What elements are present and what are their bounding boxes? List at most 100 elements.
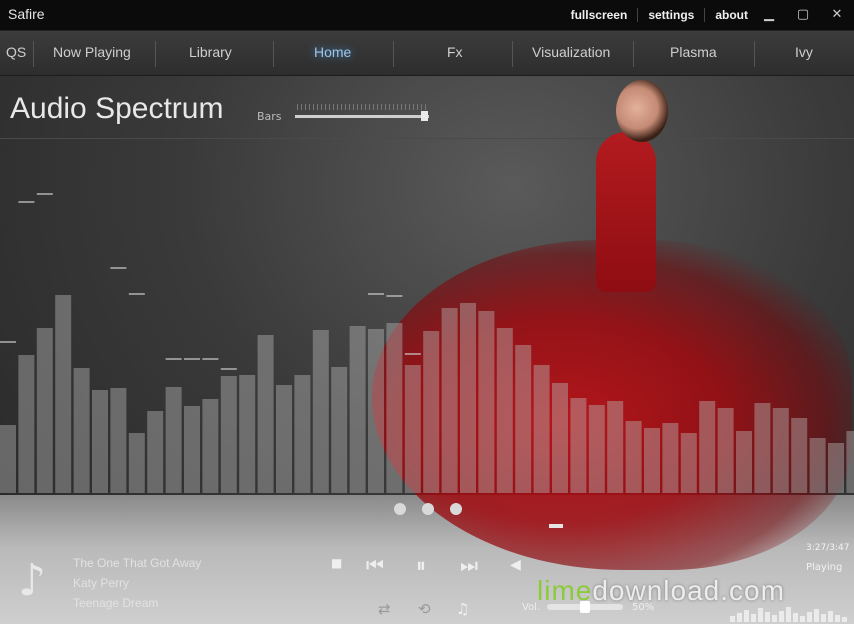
- carousel-dot[interactable]: [394, 503, 406, 515]
- spectrum-bar: [184, 406, 200, 493]
- spectrum-bar: [680, 433, 697, 493]
- spectrum-peak: [110, 267, 127, 269]
- nav-separator: [754, 41, 755, 67]
- spectrum-peak: [18, 201, 35, 203]
- spectrum-bar: [239, 375, 256, 493]
- spectrum-bar: [92, 390, 108, 493]
- music-note-icon: ♪: [18, 555, 47, 606]
- spectrum-bar: [0, 425, 16, 493]
- tab-fx[interactable]: Fx: [447, 44, 463, 60]
- fullscreen-link[interactable]: fullscreen: [561, 8, 638, 22]
- spectrum-bar: [220, 376, 237, 493]
- track-artist[interactable]: Katy Perry: [73, 576, 129, 590]
- spectrum-peak: [36, 193, 53, 195]
- spectrum-bar: [644, 428, 660, 493]
- carousel-dot[interactable]: [450, 503, 462, 515]
- spectrum-bar: [165, 387, 182, 493]
- track-album[interactable]: Teenage Dream: [73, 596, 158, 610]
- settings-link[interactable]: settings: [637, 8, 704, 22]
- main-nav: QS Now Playing Library Home Fx Visualiza…: [0, 31, 854, 76]
- mini-eq-bar: [835, 615, 840, 622]
- spectrum-bar: [312, 330, 329, 493]
- bars-slider-ticks: [297, 104, 427, 110]
- stop-icon[interactable]: ■: [331, 556, 342, 570]
- app-title: Safire: [8, 6, 45, 22]
- spectrum-bar: [772, 408, 789, 493]
- close-button[interactable]: ✕: [827, 6, 847, 24]
- spectrum-bar: [423, 331, 440, 493]
- playlist-icon[interactable]: ♫: [456, 600, 469, 618]
- speaker-icon[interactable]: ◀: [510, 557, 521, 573]
- tab-library[interactable]: Library: [189, 44, 232, 60]
- carousel-indicator: [549, 524, 563, 528]
- mini-eq-bar: [807, 612, 812, 622]
- spectrum-bar: [699, 401, 716, 493]
- spectrum-bar: [496, 328, 513, 493]
- tab-ivy[interactable]: Ivy: [795, 44, 813, 60]
- spectrum-bar: [533, 365, 550, 493]
- spectrum-bar: [441, 308, 458, 493]
- nav-separator: [33, 41, 34, 67]
- spectrum-bar: [404, 365, 421, 493]
- spectrum-bar: [625, 421, 642, 493]
- spectrum-peak: [386, 295, 403, 297]
- spectrum-bar: [791, 418, 808, 493]
- mini-eq-bar: [744, 610, 749, 622]
- spectrum-peak: [220, 368, 237, 370]
- spectrum-bar: [386, 323, 403, 493]
- mini-eq-bar: [779, 611, 784, 622]
- tab-visualization[interactable]: Visualization: [532, 44, 610, 60]
- nav-separator: [273, 41, 274, 67]
- next-icon[interactable]: ⏭: [460, 553, 478, 577]
- tab-qs[interactable]: QS: [6, 44, 26, 60]
- spectrum-bar: [110, 388, 127, 493]
- spectrum-bar: [736, 431, 752, 493]
- mini-eq-bar: [751, 614, 756, 622]
- spectrum-bar: [828, 443, 844, 493]
- maximize-button[interactable]: ▢: [793, 6, 813, 24]
- spectrum-bar: [276, 385, 292, 493]
- spectrum-bar: [552, 383, 568, 493]
- spectrum-bar: [846, 431, 854, 493]
- model-head-image: [616, 80, 668, 142]
- watermark-part2: download.com: [592, 575, 785, 606]
- mini-eq-bar: [758, 608, 763, 622]
- minimize-button[interactable]: ▁: [759, 6, 779, 24]
- about-link[interactable]: about: [704, 8, 758, 22]
- previous-icon[interactable]: ⏮: [366, 553, 384, 577]
- mini-eq-bar: [793, 613, 798, 622]
- spectrum-bar: [478, 311, 495, 493]
- watermark-part1: lime: [537, 575, 593, 606]
- track-title[interactable]: The One That Got Away: [73, 556, 201, 570]
- spectrum-bar: [515, 345, 532, 493]
- mini-eq-bar: [821, 614, 826, 622]
- title-bar: Safire fullscreen settings about ▁ ▢ ✕: [0, 0, 854, 31]
- nav-separator: [393, 41, 394, 67]
- spectrum-peak: [368, 293, 384, 295]
- spectrum-bar: [73, 368, 90, 493]
- pause-icon[interactable]: ⏸: [416, 553, 426, 577]
- nav-separator: [512, 41, 513, 67]
- carousel-dot[interactable]: [422, 503, 434, 515]
- spectrum-bar: [55, 295, 72, 493]
- spectrum-bar: [368, 329, 384, 493]
- spectrum-bar: [570, 398, 587, 493]
- mini-eq-bar: [737, 613, 742, 622]
- spectrum-peak: [184, 358, 200, 360]
- spectrum-bar: [662, 423, 679, 493]
- mini-eq-bar: [814, 609, 819, 622]
- spectrum-bar: [588, 405, 605, 493]
- bars-slider[interactable]: [295, 115, 429, 118]
- maximize-icon: ▢: [796, 7, 810, 22]
- spectrum-bar: [128, 433, 145, 493]
- tab-plasma[interactable]: Plasma: [670, 44, 717, 60]
- shuffle-icon[interactable]: ⇄: [378, 600, 391, 618]
- bars-label: Bars: [257, 110, 282, 123]
- spectrum-bar: [294, 375, 311, 493]
- tab-now-playing[interactable]: Now Playing: [53, 44, 131, 60]
- tab-home[interactable]: Home: [314, 44, 351, 60]
- repeat-icon[interactable]: ⟲: [418, 600, 431, 618]
- mini-eq-bar: [828, 611, 833, 622]
- nav-separator: [633, 41, 634, 67]
- bars-slider-thumb[interactable]: [420, 111, 428, 121]
